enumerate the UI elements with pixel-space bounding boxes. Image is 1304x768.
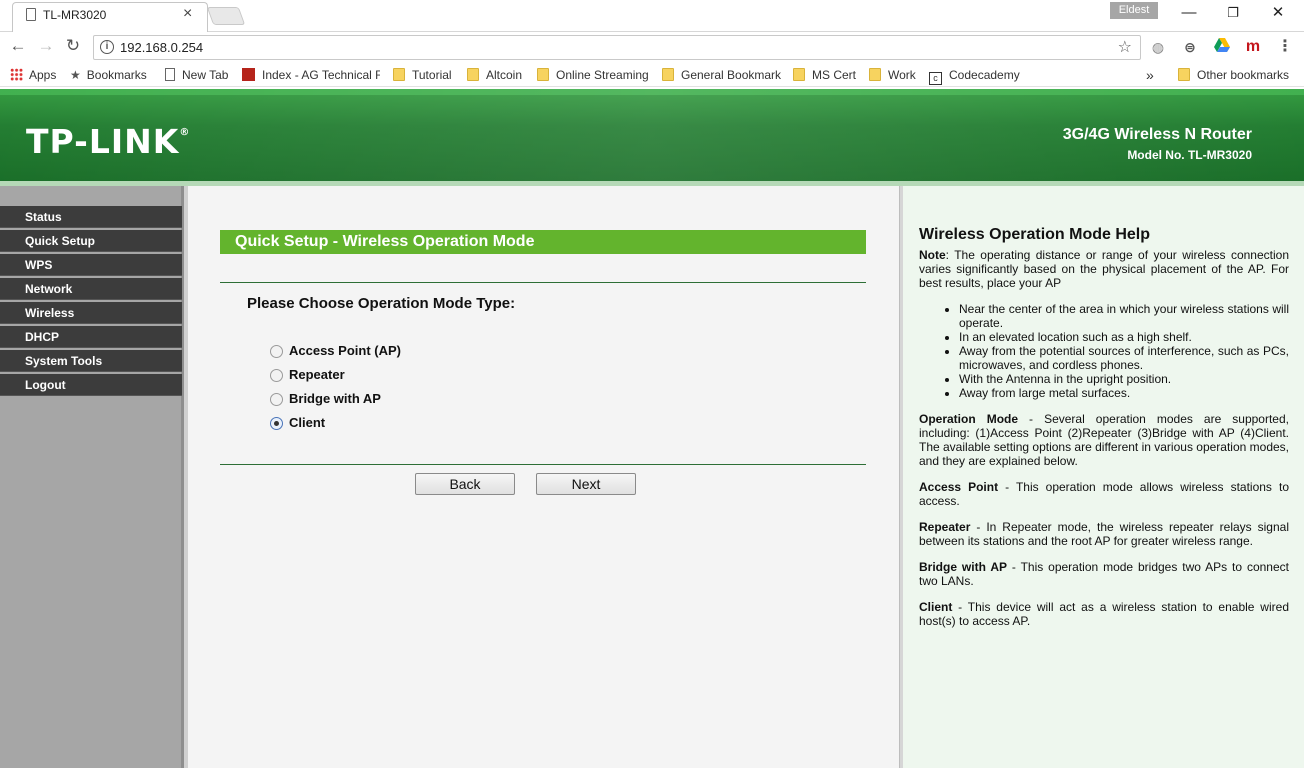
help-placement-list: Near the center of the area in which you…	[959, 302, 1289, 400]
help-title: Wireless Operation Mode Help	[919, 226, 1151, 243]
folder-icon	[662, 68, 674, 81]
bookmark-other[interactable]: Other bookmarks	[1178, 67, 1289, 85]
radio-access-point[interactable]	[270, 345, 283, 358]
radio-repeater[interactable]	[270, 369, 283, 382]
folder-icon	[537, 68, 549, 81]
list-item: Away from the potential sources of inter…	[959, 344, 1289, 372]
product-name: 3G/4G Wireless N Router	[1062, 126, 1252, 143]
globe-extension-icon[interactable]: ◍	[1149, 38, 1167, 56]
tab-title: TL-MR3020	[43, 8, 107, 22]
menu-item-status[interactable]: Status	[0, 206, 182, 228]
site-icon	[242, 68, 255, 81]
bookmark-ag-technical[interactable]: Index - AG Technical F	[242, 67, 380, 85]
bookmark-bookmarks[interactable]: ★ Bookmarks	[70, 67, 147, 85]
list-item: Near the center of the area in which you…	[959, 302, 1289, 330]
folder-icon	[1178, 68, 1190, 81]
menu-item-quick-setup[interactable]: Quick Setup	[0, 230, 182, 252]
radio-client[interactable]	[270, 417, 283, 430]
back-button[interactable]: Back	[415, 473, 515, 495]
page-icon	[165, 68, 175, 81]
help-content: Wireless Operation Mode Help Note: The o…	[919, 226, 1290, 640]
folder-icon	[793, 68, 805, 81]
bookmark-work[interactable]: Work	[869, 67, 916, 85]
bookmark-ms-cert[interactable]: MS Cert	[793, 67, 856, 85]
bookmark-tutorial[interactable]: Tutorial	[393, 67, 452, 85]
maximize-icon[interactable]: ❐	[1223, 4, 1243, 22]
top-rule	[220, 282, 866, 283]
list-item: With the Antenna in the upright position…	[959, 372, 1289, 386]
list-item: Away from large metal surfaces.	[959, 386, 1289, 400]
main-content: Quick Setup - Wireless Operation Mode Pl…	[188, 186, 899, 768]
option-label[interactable]: Repeater	[289, 367, 345, 382]
menu-item-wireless[interactable]: Wireless	[0, 302, 182, 324]
option-label[interactable]: Access Point (AP)	[289, 343, 401, 358]
page-title: Quick Setup - Wireless Operation Mode	[220, 230, 866, 254]
reload-icon[interactable]: ↻	[63, 36, 83, 56]
url-text[interactable]: 192.168.0.254	[120, 40, 203, 55]
folder-icon	[467, 68, 479, 81]
next-button[interactable]: Next	[536, 473, 636, 495]
mode-prompt: Please Choose Operation Mode Type:	[247, 295, 516, 312]
folder-icon	[869, 68, 881, 81]
forward-arrow-icon[interactable]: →	[36, 36, 56, 56]
option-label[interactable]: Bridge with AP	[289, 391, 381, 406]
model-number: Model No. TL-MR3020	[1127, 148, 1252, 162]
bookmark-online-streaming[interactable]: Online Streaming	[537, 67, 649, 85]
bookmarks-bar: Apps ★ Bookmarks New Tab Index - AG Techn…	[0, 63, 1304, 87]
router-banner: TP-LINK® 3G/4G Wireless N Router Model N…	[0, 89, 1304, 181]
radio-bridge-with-ap[interactable]	[270, 393, 283, 406]
help-note: Note: The operating distance or range of…	[919, 248, 1289, 290]
list-item: In an elevated location such as a high s…	[959, 330, 1289, 344]
sync-extension-icon[interactable]: ⊜	[1181, 38, 1199, 56]
info-icon[interactable]: i	[100, 40, 114, 54]
bookmark-codecademy[interactable]: c Codecademy	[929, 67, 1020, 85]
codecademy-icon: c	[929, 72, 942, 85]
menu-item-wps[interactable]: WPS	[0, 254, 182, 276]
browser-tab[interactable]	[12, 2, 208, 32]
page-icon	[26, 8, 36, 21]
profile-badge[interactable]: Eldest	[1110, 2, 1158, 19]
main-menu: Status Quick Setup WPS Network Wireless …	[0, 206, 182, 398]
help-client: Client - This device will act as a wirel…	[919, 600, 1289, 628]
m-extension-icon[interactable]: m	[1244, 38, 1262, 56]
folder-icon	[393, 68, 405, 81]
help-operation-mode: Operation Mode - Several operation modes…	[919, 412, 1290, 468]
minimize-icon[interactable]: —	[1179, 4, 1199, 22]
browser-tab-strip: TL-MR3020 × Eldest — ❐ ✕	[0, 0, 1304, 32]
menu-item-network[interactable]: Network	[0, 278, 182, 300]
bookmark-star-icon[interactable]: ☆	[1118, 37, 1132, 57]
back-arrow-icon[interactable]: ←	[8, 36, 28, 56]
help-bridge: Bridge with AP - This operation mode bri…	[919, 560, 1289, 588]
tab-close-icon[interactable]: ×	[183, 5, 192, 23]
address-bar[interactable]: i 192.168.0.254 ☆	[93, 35, 1141, 60]
help-repeater: Repeater - In Repeater mode, the wireles…	[919, 520, 1289, 548]
new-tab-button[interactable]	[206, 7, 246, 25]
bottom-rule	[220, 464, 866, 465]
bookmark-general[interactable]: General Bookmark	[662, 67, 781, 85]
left-menu-panel: Status Quick Setup WPS Network Wireless …	[0, 186, 184, 768]
bookmarks-overflow-icon[interactable]: »	[1146, 67, 1154, 85]
bookmark-new-tab[interactable]: New Tab	[165, 67, 228, 85]
bookmark-apps[interactable]: Apps	[10, 67, 56, 85]
apps-grid-icon	[10, 68, 23, 81]
option-label[interactable]: Client	[289, 415, 325, 430]
help-panel: Wireless Operation Mode Help Note: The o…	[903, 186, 1304, 768]
help-access-point: Access Point - This operation mode allow…	[919, 480, 1289, 508]
menu-item-system-tools[interactable]: System Tools	[0, 350, 182, 372]
star-icon: ★	[70, 68, 81, 82]
browser-menu-icon[interactable]: ⋮	[1276, 38, 1294, 56]
drive-extension-icon[interactable]	[1213, 38, 1231, 56]
menu-item-logout[interactable]: Logout	[0, 374, 182, 396]
tp-link-logo: TP-LINK®	[26, 122, 191, 161]
close-window-icon[interactable]: ✕	[1268, 4, 1288, 22]
bookmark-altcoin[interactable]: Altcoin	[467, 67, 522, 85]
menu-item-dhcp[interactable]: DHCP	[0, 326, 182, 348]
